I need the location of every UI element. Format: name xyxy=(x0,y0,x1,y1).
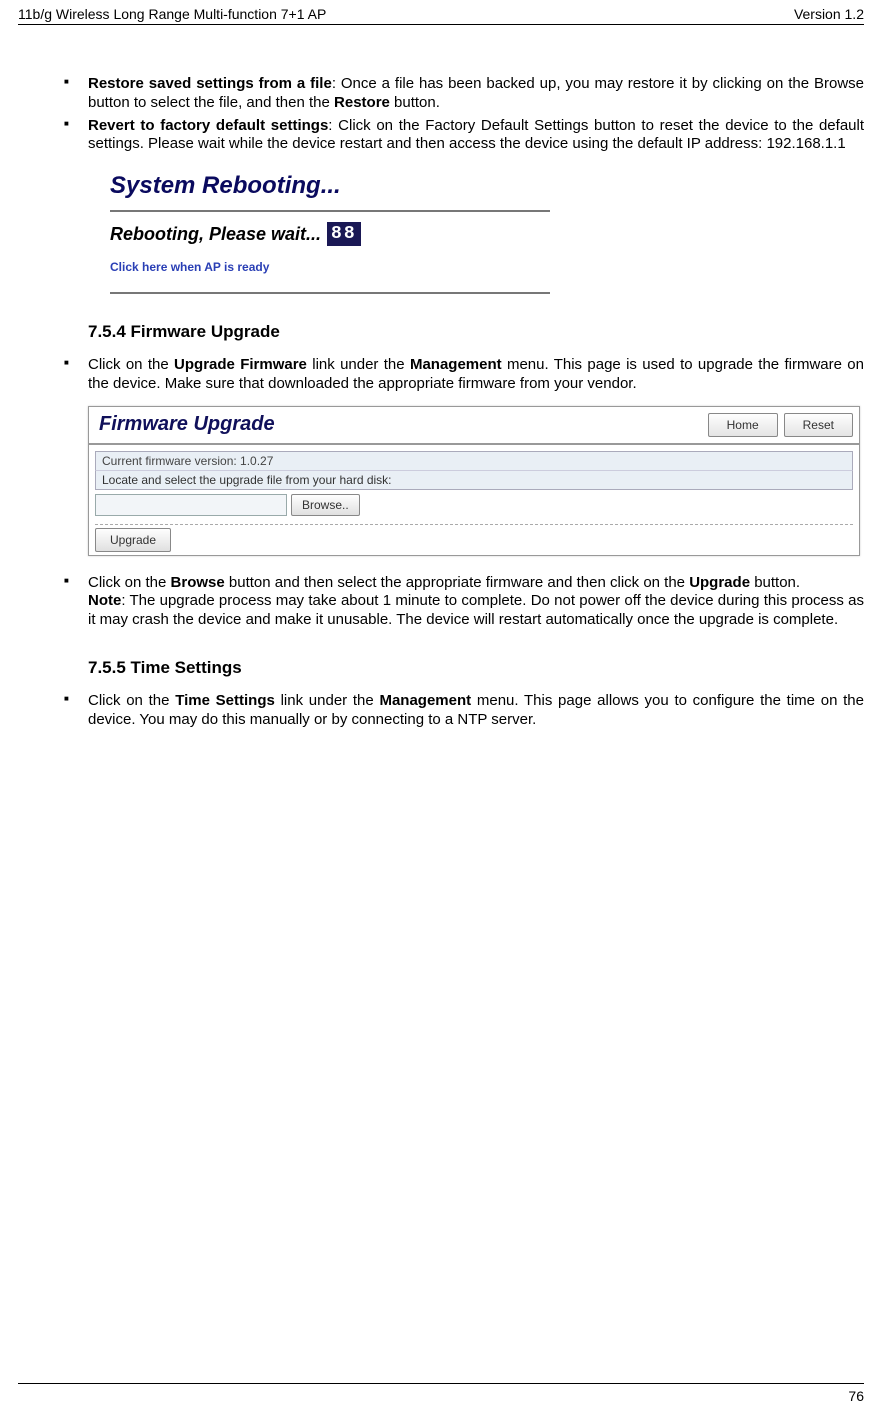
b3-post: button. xyxy=(750,574,800,591)
list-item: Click on the Browse button and then sele… xyxy=(88,574,864,630)
list-item: Restore saved settings from a file: Once… xyxy=(88,75,864,113)
reboot-counter: 88 xyxy=(327,222,361,246)
firmware-current-version: Current firmware version: 1.0.27 xyxy=(95,451,853,470)
reboot-divider xyxy=(110,292,550,294)
bullet-list-3: Click on the Browse button and then sele… xyxy=(18,574,864,630)
section-754-heading: 7.5.4 Firmware Upgrade xyxy=(88,322,864,342)
page: 11b/g Wireless Long Range Multi-function… xyxy=(0,0,882,1424)
revert-bold: Revert to factory default settings xyxy=(88,117,328,134)
header-bar: 11b/g Wireless Long Range Multi-function… xyxy=(18,0,864,25)
firmware-bottom: Upgrade xyxy=(95,524,853,555)
b4-pre: Click on the xyxy=(88,692,175,709)
reboot-wait-line: Rebooting, Please wait... 88 xyxy=(110,222,550,246)
b4-b1: Time Settings xyxy=(175,692,275,709)
fw-bold1: Upgrade Firmware xyxy=(174,356,307,373)
footer-bar: 76 xyxy=(18,1383,864,1404)
home-button[interactable]: Home xyxy=(708,413,778,437)
section-755-heading: 7.5.5 Time Settings xyxy=(88,658,864,678)
page-number: 76 xyxy=(848,1388,864,1404)
reset-button[interactable]: Reset xyxy=(784,413,853,437)
b3-mid: button and then select the appropriate f… xyxy=(225,574,689,591)
fw-bold2: Management xyxy=(410,356,502,373)
firmware-locate-label: Locate and select the upgrade file from … xyxy=(95,470,853,490)
bullet-list-1: Restore saved settings from a file: Once… xyxy=(18,75,864,154)
list-item: Revert to factory default settings: Clic… xyxy=(88,117,864,155)
firmware-header: Firmware Upgrade Home Reset xyxy=(89,407,859,445)
reboot-ready-link[interactable]: Click here when AP is ready xyxy=(110,260,550,274)
browse-button[interactable]: Browse.. xyxy=(291,494,360,516)
header-left: 11b/g Wireless Long Range Multi-function… xyxy=(18,6,326,22)
b4-mid: link under the xyxy=(275,692,380,709)
list-item: Click on the Upgrade Firmware link under… xyxy=(88,356,864,394)
bullet-list-2: Click on the Upgrade Firmware link under… xyxy=(18,356,864,394)
firmware-file-row: Browse.. xyxy=(95,494,853,516)
b3-note: : The upgrade process may take about 1 m… xyxy=(88,592,864,628)
header-right: Version 1.2 xyxy=(794,6,864,22)
list-item: Click on the Time Settings link under th… xyxy=(88,692,864,730)
content-area: Restore saved settings from a file: Once… xyxy=(18,25,864,729)
firmware-title: Firmware Upgrade xyxy=(99,413,702,436)
b4-b2: Management xyxy=(379,692,471,709)
firmware-panel: Firmware Upgrade Home Reset Current firm… xyxy=(88,406,860,556)
fw-text-mid: link under the xyxy=(307,356,410,373)
fw-text-pre: Click on the xyxy=(88,356,174,373)
bullet-list-4: Click on the Time Settings link under th… xyxy=(18,692,864,730)
restore-bold2: Restore xyxy=(334,94,390,111)
reboot-wait-text: Rebooting, Please wait... xyxy=(110,224,321,245)
b3-b2: Upgrade xyxy=(689,574,750,591)
b3-note-b: Note xyxy=(88,592,121,609)
firmware-file-input[interactable] xyxy=(95,494,287,516)
b3-b1: Browse xyxy=(171,574,225,591)
b3-pre: Click on the xyxy=(88,574,171,591)
reboot-title: System Rebooting... xyxy=(110,172,550,212)
reboot-panel: System Rebooting... Rebooting, Please wa… xyxy=(110,172,550,294)
restore-bold: Restore saved settings from a file xyxy=(88,75,332,92)
restore-text2: button. xyxy=(390,94,440,111)
upgrade-button[interactable]: Upgrade xyxy=(95,528,171,552)
